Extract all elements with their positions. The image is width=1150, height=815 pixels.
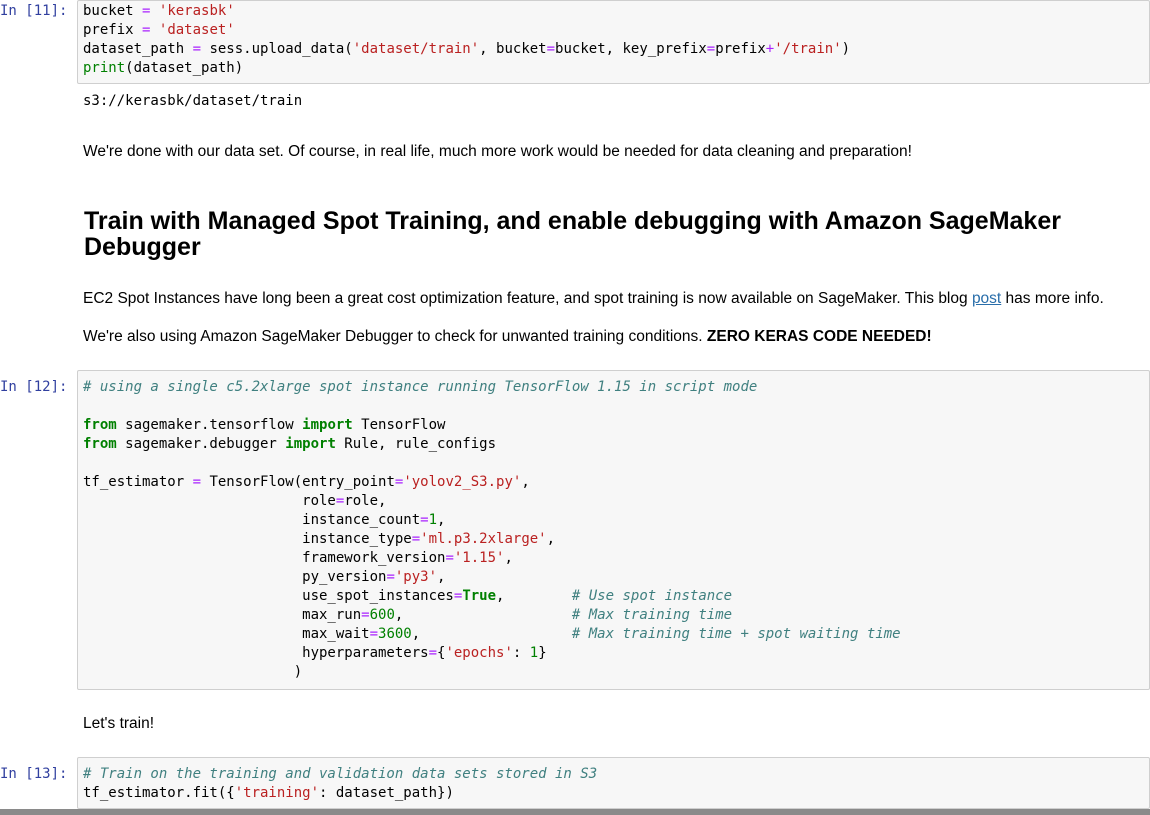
code-line: role=role,	[83, 493, 387, 509]
code-editor-12[interactable]: # using a single c5.2xlarge spot instanc…	[83, 378, 901, 682]
code-line: max_run=600, # Max training time	[83, 607, 733, 623]
code-line: max_wait=3600, # Max training time + spo…	[83, 626, 901, 642]
code-line: tf_estimator.fit({'training': dataset_pa…	[83, 785, 454, 801]
text-fragment: has more info.	[1001, 290, 1104, 307]
code-line: print(dataset_path)	[83, 60, 244, 76]
section-heading: Train with Managed Spot Training, and en…	[84, 207, 1061, 261]
markdown-text-train: Let's train!	[83, 715, 155, 732]
text-fragment: EC2 Spot Instances have long been a grea…	[83, 290, 972, 307]
code-line: # using a single c5.2xlarge spot instanc…	[83, 379, 758, 395]
code-line: tf_estimator = TensorFlow(entry_point='y…	[83, 474, 530, 490]
code-line: # Train on the training and validation d…	[83, 766, 598, 782]
code-line: from sagemaker.tensorflow import TensorF…	[83, 417, 446, 433]
markdown-text-debugger: We're also using Amazon SageMaker Debugg…	[83, 328, 932, 346]
code-line: from sagemaker.debugger import Rule, rul…	[83, 436, 497, 452]
bold-text: ZERO KERAS CODE NEEDED!	[706, 328, 932, 345]
code-line: dataset_path = sess.upload_data('dataset…	[83, 41, 851, 57]
code-line: hyperparameters={'epochs': 1}	[83, 645, 547, 661]
cell-output-11: s3://kerasbk/dataset/train	[83, 93, 303, 109]
scroll-edge-bar	[0, 809, 1150, 815]
cell-prompt-12: In [12]:	[0, 379, 68, 395]
code-line: instance_type='ml.p3.2xlarge',	[83, 531, 556, 547]
code-line: prefix = 'dataset'	[83, 22, 235, 38]
code-line: instance_count=1,	[83, 512, 446, 528]
code-line: framework_version='1.15',	[83, 550, 513, 566]
cell-prompt-11: In [11]:	[0, 3, 68, 19]
text-fragment: We're also using Amazon SageMaker Debugg…	[83, 328, 707, 345]
code-editor-11[interactable]: bucket = 'kerasbk' prefix = 'dataset' data…	[83, 2, 850, 78]
blog-post-link[interactable]: post	[972, 290, 1001, 307]
code-line: use_spot_instances=True, # Use spot inst…	[83, 588, 733, 604]
code-line: )	[83, 664, 303, 680]
markdown-text-done: We're done with our data set. Of course,…	[83, 143, 912, 160]
markdown-text-spot: EC2 Spot Instances have long been a grea…	[83, 290, 1104, 308]
code-line: bucket = 'kerasbk'	[83, 3, 235, 19]
cell-prompt-13: In [13]:	[0, 766, 68, 782]
code-line: py_version='py3',	[83, 569, 446, 585]
code-editor-13[interactable]: # Train on the training and validation d…	[83, 765, 597, 803]
